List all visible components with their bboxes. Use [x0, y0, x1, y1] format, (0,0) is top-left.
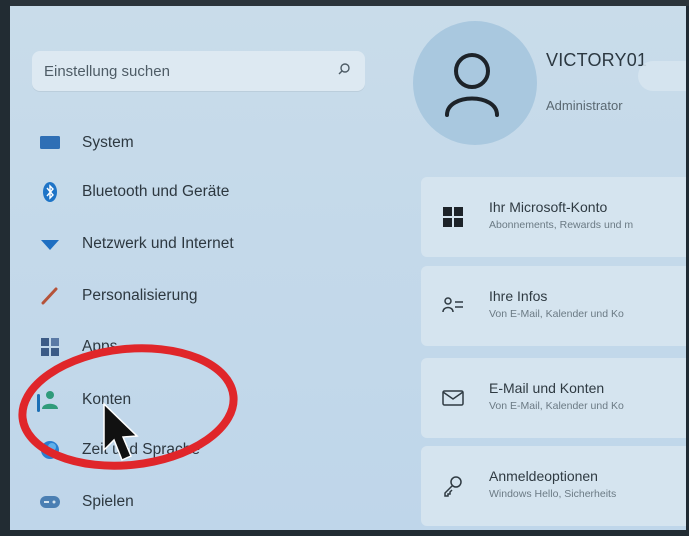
settings-window: Einstellung suchen System Bluetooth und … — [10, 6, 686, 530]
user-info-icon — [442, 297, 463, 313]
card-microsoft-account[interactable]: Ihr Microsoft-Konto Abonnements, Rewards… — [421, 177, 686, 257]
sidebar-item-accounts[interactable]: Konten — [38, 382, 338, 418]
sidebar-item-time-language[interactable]: Zeit und Sprache — [38, 432, 338, 468]
sidebar-item-label: Konten — [82, 391, 132, 408]
card-title: Ihre Infos — [489, 288, 548, 304]
apps-icon — [38, 337, 62, 357]
wifi-icon — [38, 234, 62, 254]
sidebar-item-personalization[interactable]: Personalisierung — [38, 278, 338, 314]
sidebar-item-network[interactable]: Netzwerk und Internet — [38, 226, 338, 262]
sidebar-item-label: Apps — [82, 338, 118, 355]
globe-icon — [38, 440, 62, 460]
user-avatar-icon — [445, 53, 499, 117]
sidebar-item-label: Spielen — [82, 493, 134, 510]
sidebar-item-label: System — [82, 134, 134, 151]
person-icon — [38, 390, 62, 410]
sidebar-item-label: Zeit und Sprache — [82, 441, 201, 458]
mail-icon — [442, 390, 464, 406]
card-title: Ihr Microsoft-Konto — [489, 199, 608, 215]
gamepad-icon — [38, 492, 62, 512]
redaction-blur — [638, 61, 686, 91]
brush-icon — [38, 286, 62, 306]
windows-logo-icon — [443, 207, 463, 227]
sidebar-item-bluetooth[interactable]: Bluetooth und Geräte — [38, 174, 338, 210]
sidebar-item-label: Personalisierung — [82, 287, 198, 304]
card-your-info[interactable]: Ihre Infos Von E-Mail, Kalender und Ko — [421, 266, 686, 346]
card-subtitle: Windows Hello, Sicherheits — [489, 488, 617, 500]
bluetooth-icon — [38, 182, 62, 202]
search-box[interactable]: Einstellung suchen — [32, 51, 365, 91]
card-sign-in-options[interactable]: Anmeldeoptionen Windows Hello, Sicherhei… — [421, 446, 686, 526]
user-role: Administrator — [546, 98, 623, 113]
card-subtitle: Von E-Mail, Kalender und Ko — [489, 400, 624, 412]
user-name: VICTORY01 — [546, 50, 648, 70]
search-input[interactable]: Einstellung suchen — [44, 63, 170, 80]
card-title: E-Mail und Konten — [489, 380, 605, 396]
photo-frame-bottom — [0, 530, 689, 536]
sidebar-item-label: Netzwerk und Internet — [82, 235, 234, 252]
sidebar-item-system[interactable]: System — [38, 125, 338, 161]
card-subtitle: Abonnements, Rewards und m — [489, 219, 634, 231]
card-email-accounts[interactable]: E-Mail und Konten Von E-Mail, Kalender u… — [421, 358, 686, 438]
search-icon[interactable] — [337, 62, 351, 76]
key-icon — [444, 476, 462, 497]
sidebar-item-label: Bluetooth und Geräte — [82, 183, 230, 200]
card-subtitle: Von E-Mail, Kalender und Ko — [489, 308, 624, 320]
sidebar-item-gaming[interactable]: Spielen — [38, 484, 338, 520]
photo-frame-left — [0, 0, 10, 536]
avatar[interactable] — [413, 21, 537, 145]
sidebar-item-apps[interactable]: Apps — [38, 329, 338, 365]
monitor-icon — [38, 133, 62, 153]
card-title: Anmeldeoptionen — [489, 468, 598, 484]
